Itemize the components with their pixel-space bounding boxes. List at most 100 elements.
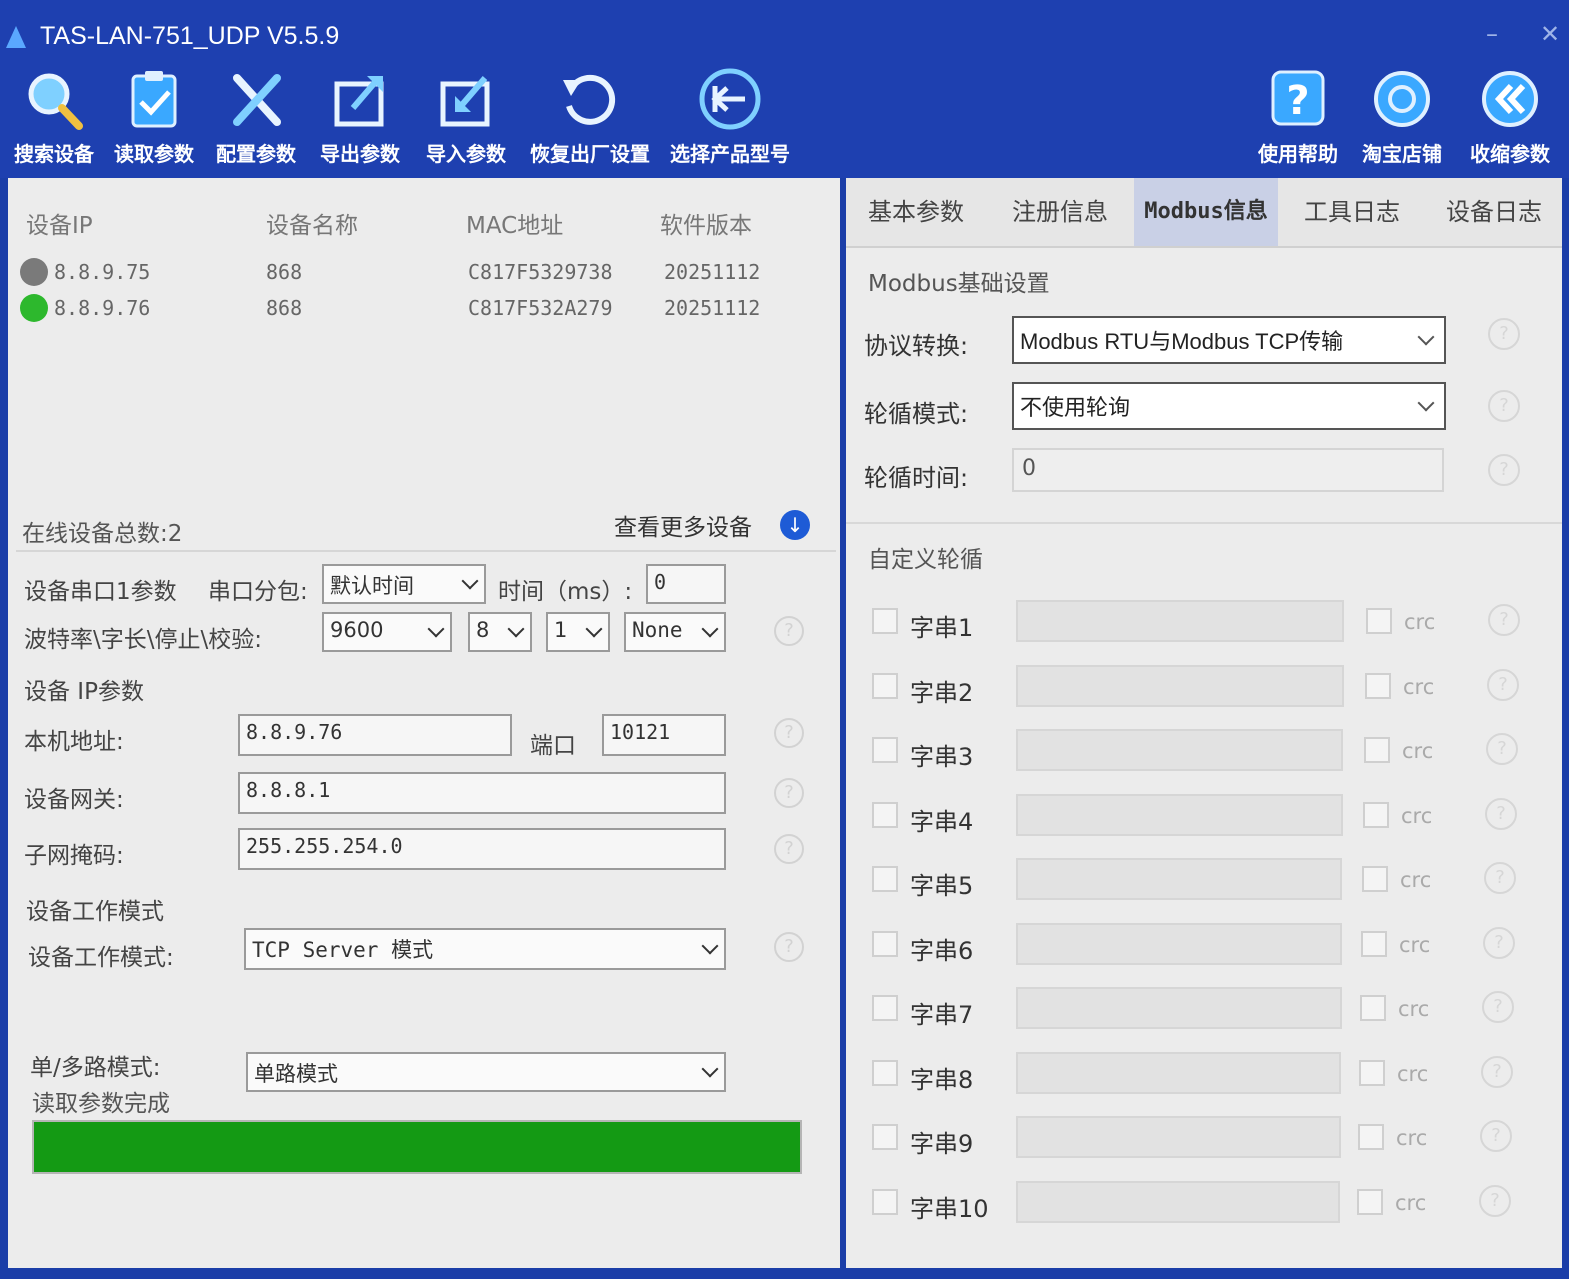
parity-select[interactable]: None [624,612,726,652]
string-input[interactable] [1016,600,1344,642]
search-devices-button[interactable]: 搜索设备 [8,60,100,170]
tab-registration-info[interactable]: 注册信息 [990,178,1130,246]
crc-checkbox[interactable] [1365,672,1391,699]
string-enable-checkbox[interactable] [872,608,898,634]
select-model-icon [699,68,761,130]
crc-checkbox[interactable] [1362,866,1388,892]
packet-mode-select[interactable]: 默认时间 [322,564,486,604]
string-enable-checkbox[interactable] [872,672,898,699]
help-button[interactable]: ? 使用帮助 [1252,60,1344,170]
string-enable-checkbox[interactable] [872,801,898,828]
crc-checkbox[interactable] [1364,737,1390,763]
port-input[interactable]: 10121 [602,714,726,756]
string-enable-checkbox[interactable] [872,1188,898,1215]
list-item: 字串5 crc? [846,856,1562,906]
svg-text:?: ? [1286,78,1309,124]
read-params-button[interactable]: 读取参数 [108,60,200,170]
help-circle-icon[interactable]: ? [774,616,804,646]
help-circle-icon[interactable]: ? [774,932,804,962]
help-circle-icon[interactable]: ? [774,834,804,864]
device-ip: 8.8.9.75 [54,260,151,284]
tab-device-log[interactable]: 设备日志 [1426,178,1562,246]
crc-checkbox[interactable] [1366,608,1392,634]
help-circle-icon[interactable]: ? [1485,797,1517,830]
export-params-button[interactable]: 导出参数 [314,60,406,170]
factory-reset-button[interactable]: 恢复出厂设置 [522,60,658,170]
column-header-name[interactable]: 设备名称 [266,206,358,240]
string-input[interactable] [1016,664,1344,707]
data-bits-select[interactable]: 8 [468,612,532,652]
arrow-down-circle-icon[interactable]: ↓ [780,510,810,540]
protocol-select[interactable]: Modbus RTU与Modbus TCP传输 [1012,316,1446,364]
tab-modbus-info[interactable]: Modbus信息 [1134,178,1278,246]
view-more-devices-link[interactable]: 查看更多设备 [614,508,752,542]
chevron-down-icon [701,1060,719,1078]
help-circle-icon[interactable]: ? [1482,991,1514,1023]
route-mode-select[interactable]: 单路模式 [246,1052,726,1092]
baud-rate-select[interactable]: 9600 [322,612,452,652]
string-label: 字串2 [910,678,974,707]
table-row[interactable]: 8.8.9.75 868 C817F5329738 20251112 [8,256,828,288]
help-circle-icon[interactable]: ? [1484,862,1516,894]
help-circle-icon[interactable]: ? [1483,926,1515,959]
string-enable-checkbox[interactable] [872,930,898,957]
crc-checkbox[interactable] [1363,801,1389,828]
help-circle-icon[interactable]: ? [1488,454,1520,486]
collapse-icon [1482,71,1538,127]
chevron-down-icon [585,620,603,638]
string-input[interactable] [1016,922,1342,965]
help-circle-icon[interactable]: ? [774,778,804,808]
stop-bits-select[interactable]: 1 [546,612,610,652]
string-label: 字串9 [910,1130,974,1158]
string-input[interactable] [1016,729,1344,771]
minimize-icon[interactable]: – [1486,20,1498,48]
select-model-button[interactable]: 选择产品型号 [664,60,796,170]
packet-time-input[interactable]: 0 [646,564,726,604]
string-enable-checkbox[interactable] [872,866,898,892]
help-circle-icon[interactable]: ? [1488,390,1520,422]
table-row[interactable]: 8.8.9.76 868 C817F532A279 20251112 [8,292,828,324]
poll-time-input[interactable]: 0 [1012,448,1444,492]
column-header-ip[interactable]: 设备IP [26,206,93,240]
string-enable-checkbox[interactable] [872,1124,898,1150]
string-input[interactable] [1016,1180,1341,1223]
string-input[interactable] [1016,793,1343,836]
crc-checkbox[interactable] [1361,930,1387,957]
help-circle-icon[interactable]: ? [774,718,804,748]
string-input[interactable] [1016,858,1343,900]
work-mode-select[interactable]: TCP Server 模式 [244,928,726,970]
collapse-params-button[interactable]: 收缩参数 [1462,60,1558,170]
string-enable-checkbox[interactable] [872,995,898,1021]
column-header-mac[interactable]: MAC地址 [466,206,563,240]
subnet-mask-input[interactable]: 255.255.254.0 [238,828,726,870]
tab-basic-params[interactable]: 基本参数 [846,178,986,246]
tab-tool-log[interactable]: 工具日志 [1282,178,1422,246]
close-icon[interactable]: ✕ [1540,20,1560,48]
column-header-version[interactable]: 软件版本 [660,206,752,240]
string-enable-checkbox[interactable] [872,1059,898,1086]
import-params-button[interactable]: 导入参数 [420,60,512,170]
string-input[interactable] [1016,1116,1341,1158]
help-circle-icon[interactable]: ? [1488,604,1520,636]
help-circle-icon[interactable]: ? [1479,1184,1511,1217]
crc-checkbox[interactable] [1359,1059,1385,1086]
crc-checkbox[interactable] [1360,995,1386,1021]
string-input[interactable] [1016,987,1342,1029]
config-params-button[interactable]: 配置参数 [210,60,302,170]
gateway-input[interactable]: 8.8.8.1 [238,772,726,814]
local-address-input[interactable]: 8.8.9.76 [238,714,512,756]
help-circle-icon[interactable]: ? [1488,318,1520,350]
poll-mode-select[interactable]: 不使用轮询 [1012,382,1446,430]
help-circle-icon[interactable]: ? [1481,1055,1513,1088]
crc-label: crc [1398,997,1430,1021]
string-label: 字串8 [910,1065,974,1094]
string-enable-checkbox[interactable] [872,737,898,763]
help-circle-icon[interactable]: ? [1486,733,1518,765]
taobao-shop-button[interactable]: 淘宝店铺 [1356,60,1448,170]
help-circle-icon[interactable]: ? [1480,1120,1512,1152]
help-circle-icon[interactable]: ? [1487,668,1519,701]
string-input[interactable] [1016,1051,1342,1094]
crc-checkbox[interactable] [1358,1124,1384,1150]
taobao-icon [1374,71,1430,127]
crc-checkbox[interactable] [1357,1188,1383,1215]
